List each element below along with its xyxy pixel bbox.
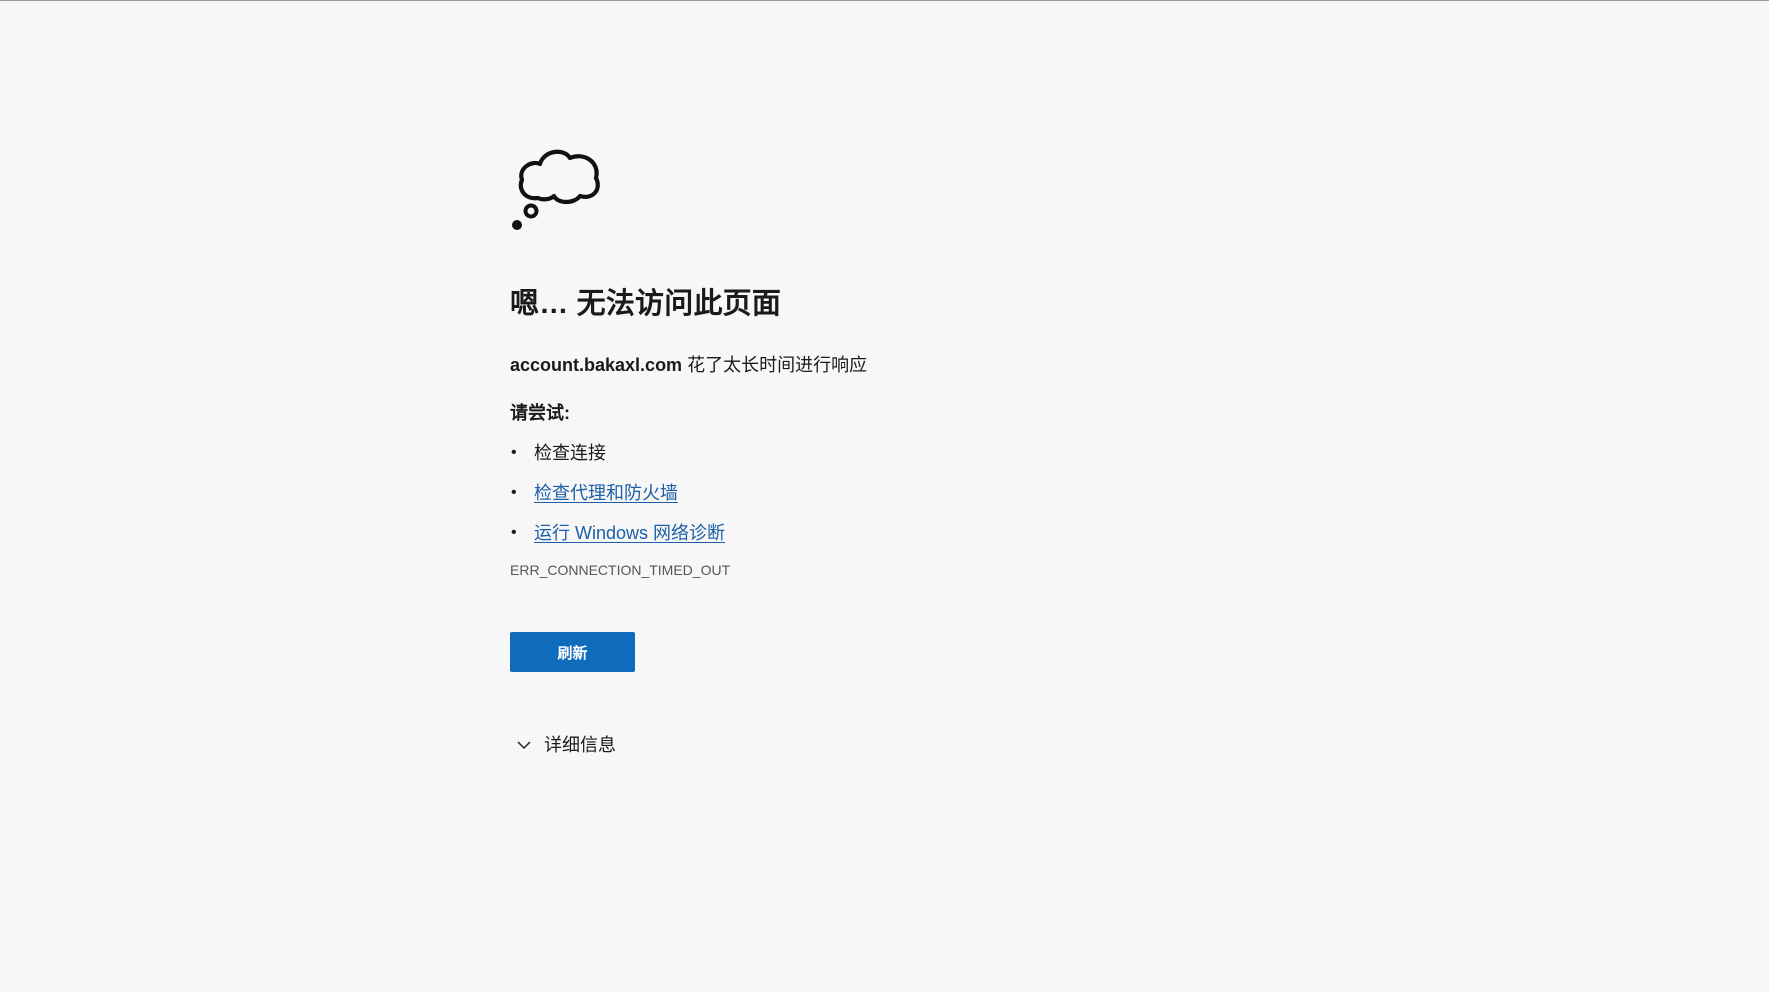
check-proxy-firewall-link[interactable]: 检查代理和防火墙 bbox=[534, 483, 678, 503]
details-toggle[interactable]: 详细信息 bbox=[510, 732, 1310, 758]
refresh-button[interactable]: 刷新 bbox=[510, 632, 635, 672]
suggestion-list: • 检查连接 • 检查代理和防火墙 • 运行 Windows 网络诊断 bbox=[510, 440, 1310, 546]
suggestion-label: 检查连接 bbox=[534, 443, 606, 463]
error-message: account.bakaxl.com 花了太长时间进行响应 bbox=[510, 352, 1310, 378]
error-page: 嗯… 无法访问此页面 account.bakaxl.com 花了太长时间进行响应… bbox=[510, 136, 1310, 758]
chevron-down-icon bbox=[517, 741, 531, 750]
suggestion-check-connection: • 检查连接 bbox=[510, 440, 1310, 466]
thought-cloud-icon bbox=[512, 149, 600, 230]
try-heading: 请尝试: bbox=[510, 403, 570, 423]
bullet: • bbox=[511, 524, 517, 541]
page-title: 嗯… 无法访问此页面 bbox=[510, 288, 782, 320]
top-border bbox=[0, 0, 1769, 1]
suggestion-check-proxy-firewall: • 检查代理和防火墙 bbox=[510, 480, 1310, 506]
error-description: 花了太长时间进行响应 bbox=[682, 355, 868, 375]
suggestion-network-diagnostics: • 运行 Windows 网络诊断 bbox=[510, 520, 1310, 546]
details-label: 详细信息 bbox=[544, 735, 616, 755]
bullet: • bbox=[511, 484, 517, 501]
bullet: • bbox=[511, 444, 517, 461]
host-name: account.bakaxl.com bbox=[510, 355, 683, 375]
windows-network-diagnostics-link[interactable]: 运行 Windows 网络诊断 bbox=[534, 523, 725, 543]
error-code: ERR_CONNECTION_TIMED_OUT bbox=[510, 562, 731, 578]
